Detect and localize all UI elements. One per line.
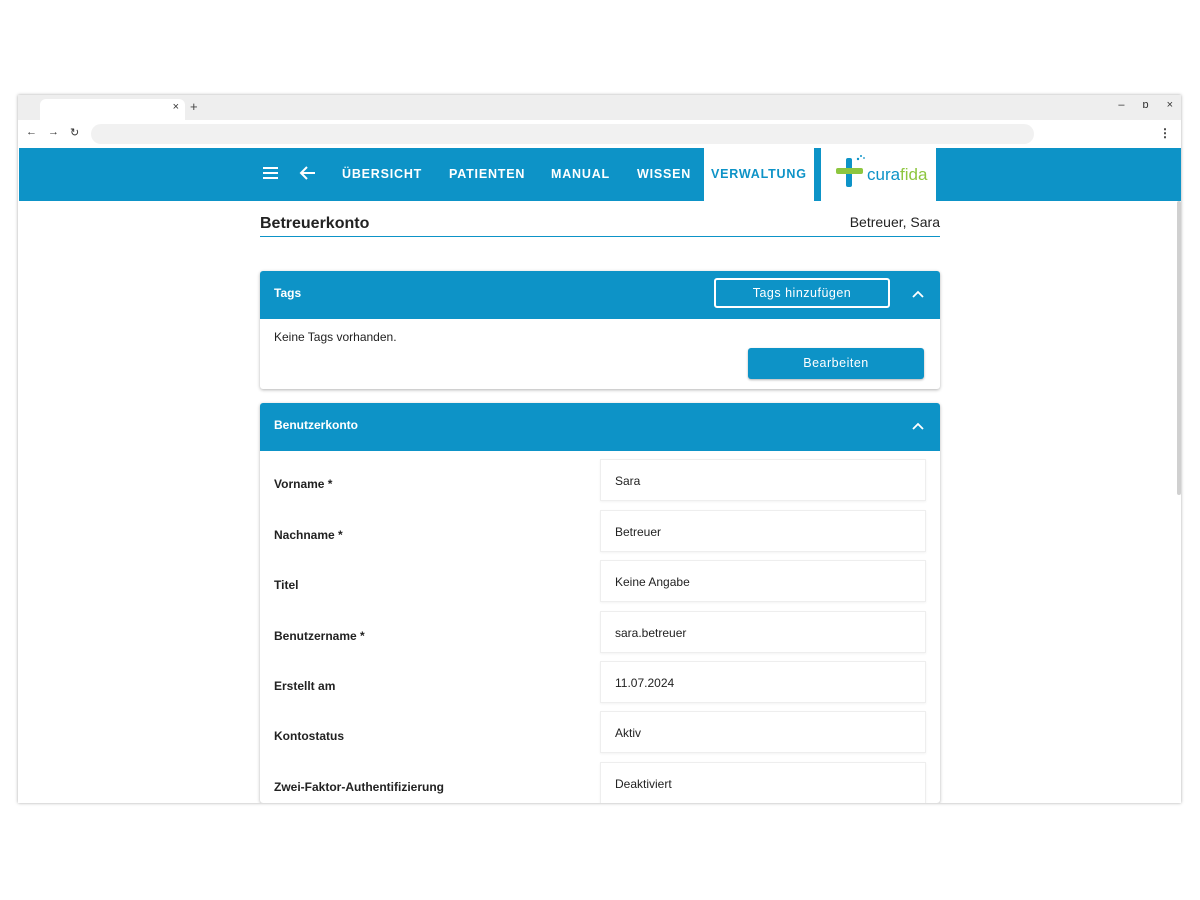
close-window-icon[interactable]: × [1167,99,1173,111]
chevron-up-icon[interactable] [911,419,925,433]
form-row-kontostatus: Kontostatus Aktiv [260,711,940,753]
reload-icon[interactable]: ↻ [70,126,79,139]
benutzername-field[interactable]: sara.betreuer [600,611,926,653]
restore-icon[interactable]: ɒ [1142,99,1148,111]
erstellt-am-field: 11.07.2024 [600,661,926,703]
row-label: Vorname * [274,477,333,491]
address-row: ← → ↻ ⋮ [18,120,1181,148]
no-tags-text: Keine Tags vorhanden. [274,330,397,344]
row-label: Kontostatus [274,729,344,743]
tab-close-icon[interactable]: × [173,101,179,113]
page-title: Betreuerkonto [260,215,370,232]
2fa-field[interactable]: Deaktiviert [600,762,926,803]
svg-text:cura: cura [867,165,901,184]
nav-item-wissen[interactable]: WISSEN [637,148,691,201]
row-label: Benutzername * [274,629,365,643]
chevron-up-icon[interactable] [911,287,925,301]
back-nav-icon[interactable]: ← [26,126,37,138]
nav-item-uebersicht[interactable]: ÜBERSICHT [342,148,422,201]
row-label: Nachname * [274,528,343,542]
form-row-erstellt-am: Erstellt am 11.07.2024 [260,661,940,703]
tags-panel-header[interactable]: Tags Tags hinzufügen [260,271,940,319]
edit-tags-button[interactable]: Bearbeiten [748,348,924,379]
page-header: Betreuerkonto Betreuer, Sara [260,201,940,237]
window-controls: – ɒ × [1118,99,1173,111]
nav-item-patienten[interactable]: PATIENTEN [449,148,525,201]
new-tab-icon[interactable]: + [190,99,198,114]
main-content: Betreuerkonto Betreuer, Sara Tags Tags h… [260,201,940,803]
minimize-icon[interactable]: – [1118,99,1124,111]
page-scrollbar[interactable] [1177,201,1181,495]
form-row-nachname: Nachname * Betreuer [260,510,940,552]
account-panel: Benutzerkonto Vorname * Sara Nachname * … [260,403,940,803]
account-panel-header[interactable]: Benutzerkonto [260,403,940,451]
form-row-vorname: Vorname * Sara [260,459,940,501]
nav-item-verwaltung[interactable]: VERWALTUNG [704,148,814,201]
user-name: Betreuer, Sara [849,214,940,230]
vorname-field[interactable]: Sara [600,459,926,501]
app-header: ÜBERSICHT PATIENTEN MANUAL WISSEN VERWAL… [19,148,1181,201]
form-row-2fa: Zwei-Faktor-Authentifizierung Deaktivier… [260,762,940,803]
add-tags-button[interactable]: Tags hinzufügen [714,278,890,308]
form-row-benutzername: Benutzername * sara.betreuer [260,611,940,653]
tab-strip: × + – ɒ × [18,95,1181,120]
tags-panel-body: Keine Tags vorhanden. Bearbeiten [260,319,940,389]
arrow-back-icon[interactable] [299,164,317,182]
address-bar[interactable] [91,124,1034,144]
row-label: Erstellt am [274,679,336,693]
hamburger-menu-icon[interactable] [263,167,278,179]
account-panel-title: Benutzerkonto [274,418,358,432]
nav-item-manual[interactable]: MANUAL [551,148,610,201]
forward-nav-icon[interactable]: → [48,126,59,138]
kontostatus-field[interactable]: Aktiv [600,711,926,753]
browser-tab[interactable]: × [40,99,185,120]
tags-panel-title: Tags [274,286,302,300]
titel-field[interactable]: Keine Angabe [600,560,926,602]
curafida-logo: cura fida [821,148,936,201]
tags-panel: Tags Tags hinzufügen Keine Tags vorhande… [260,271,940,389]
row-label: Zwei-Faktor-Authentifizierung [274,780,444,794]
form-row-titel: Titel Keine Angabe [260,560,940,602]
row-label: Titel [274,578,299,592]
svg-text:fida: fida [900,165,928,184]
browser-window: × + – ɒ × ← → ↻ ⋮ ÜBERSICHT PATIENTEN MA… [18,95,1181,803]
nachname-field[interactable]: Betreuer [600,510,926,552]
browser-menu-icon[interactable]: ⋮ [1159,126,1171,140]
